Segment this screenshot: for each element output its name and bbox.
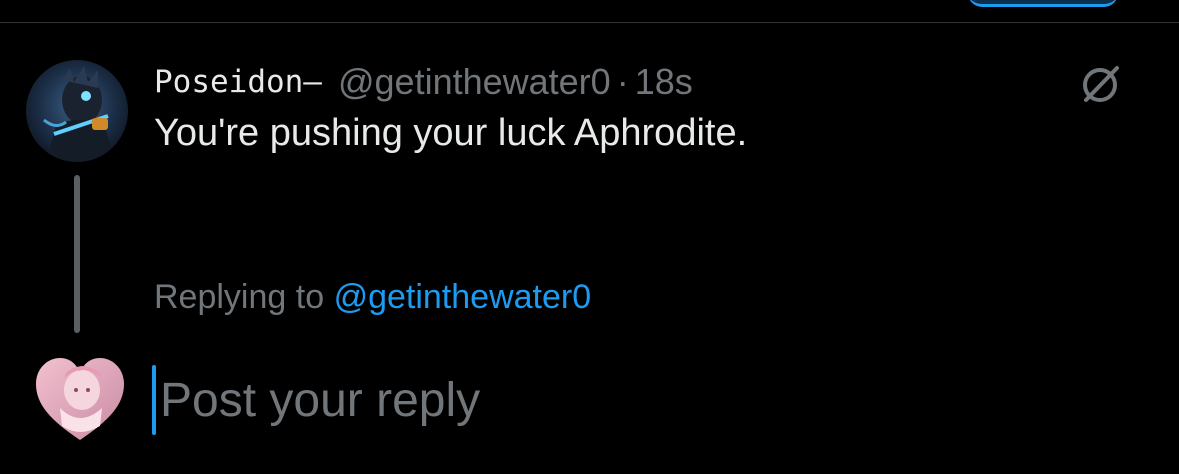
display-name[interactable]: Poseidon— [154, 64, 322, 100]
timestamp[interactable]: 18s [635, 61, 693, 103]
post-text: You're pushing your luck Aphrodite. [154, 112, 748, 154]
replying-to: Replying to @getinthewater0 [154, 278, 591, 317]
separator-dot: · [616, 61, 629, 102]
replying-handle-link[interactable]: @getinthewater0 [334, 278, 592, 316]
reply-input[interactable]: Post your reply [152, 360, 852, 440]
user-handle[interactable]: @getinthewater0 [338, 61, 611, 103]
post-header: Poseidon— @getinthewater0 · 18s [154, 58, 693, 106]
poseidon-avatar[interactable] [26, 60, 128, 162]
divider [0, 22, 1179, 23]
thread-line [74, 175, 80, 333]
grok-icon[interactable] [1077, 60, 1125, 108]
reply-placeholder[interactable]: Post your reply [160, 373, 480, 428]
top-action-button-edge[interactable] [968, 0, 1118, 7]
replying-prefix: Replying to [154, 278, 325, 316]
aphrodite-heart-avatar[interactable] [30, 348, 130, 448]
text-caret [152, 365, 156, 435]
